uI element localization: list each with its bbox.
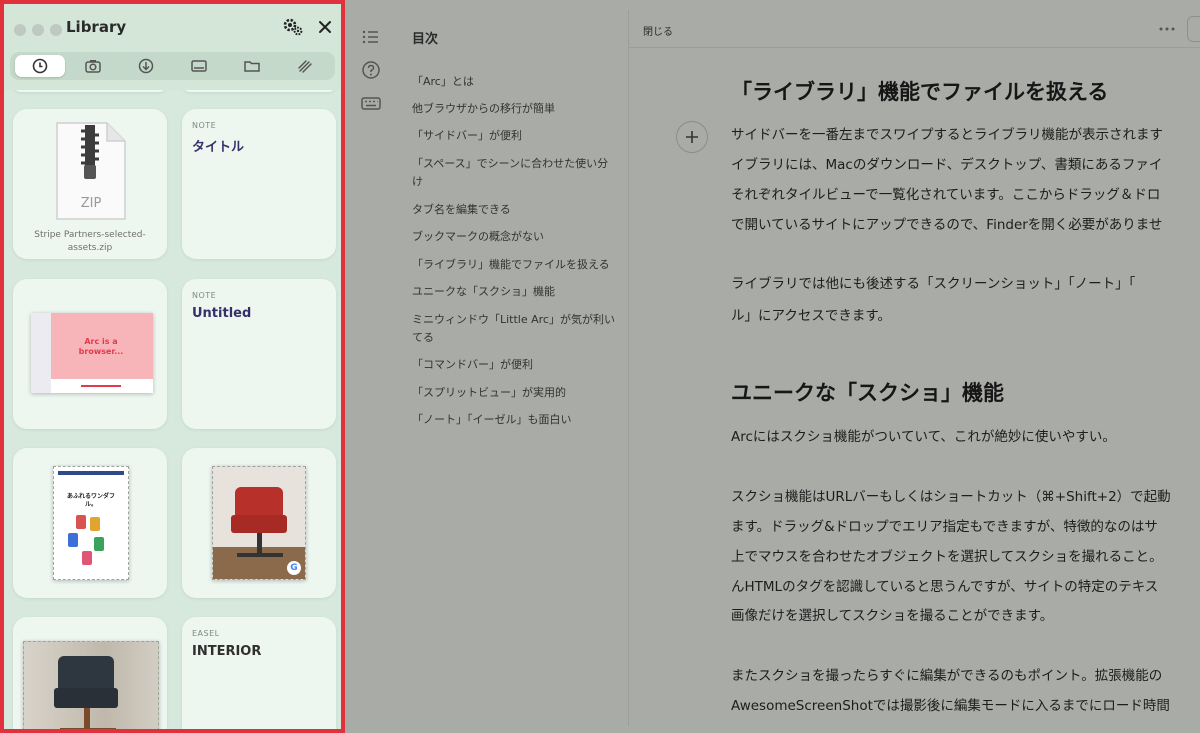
paragraph-line: ライブラリでは他にも後述する「スクリーンショット」「ノート」「	[731, 276, 1136, 292]
library-card-note[interactable]: NOTE タイトル	[182, 109, 336, 259]
library-card-easel[interactable]: EASEL INTERIOR	[182, 617, 336, 729]
paragraph-line: Arcにはスクショ機能がついていて、これが絶妙に使いやすい。	[731, 429, 1116, 445]
recent-icon	[33, 58, 48, 74]
toc-item[interactable]: 「Arc」とは	[412, 73, 626, 91]
paragraph-line: 画像だけを選択してスクショを撮ることができます。	[731, 608, 1054, 624]
card-type-label: EASEL	[192, 629, 220, 638]
media-icon	[191, 60, 207, 72]
folder-icon	[243, 61, 260, 72]
card-title: INTERIOR	[192, 644, 262, 659]
paragraph-line: で開いているサイトにアップできるので、Finderを開く必要がありませ	[731, 217, 1163, 233]
close-icon[interactable]	[314, 16, 336, 38]
document-header: 閉じる	[629, 10, 1200, 48]
paragraph-line: 上でマウスを合わせたオブジェクトを選択してスクショを撮れること。	[731, 549, 1163, 565]
library-card-image[interactable]: G	[182, 448, 336, 598]
download-icon	[138, 58, 154, 74]
window-zoom-dot[interactable]	[50, 24, 62, 36]
toc-list-icon[interactable]	[360, 26, 382, 48]
window-close-dot[interactable]	[14, 24, 26, 36]
zip-filename: Stripe Partners-selected- assets.zip	[34, 230, 146, 253]
left-rail	[349, 10, 394, 726]
paragraph-line: んHTMLのタグを認識していると思うんですが、サイトの特定のテキス	[731, 579, 1159, 595]
paragraph-line: サイドバーを一番左までスワイプするとライブラリ機能が表示されます	[731, 127, 1163, 143]
phone-thumbnail-text: あふれるワンダフル。	[66, 493, 115, 508]
plus-icon	[686, 131, 698, 143]
section-heading: 「ライブラリ」機能でファイルを扱える	[731, 80, 1109, 104]
screenshot-thumbnail: Arc is a browser...	[31, 313, 153, 393]
window-bottom-edge	[345, 726, 1200, 733]
toc-item[interactable]: 「スペース」でシーンに合わせた使い分	[412, 155, 626, 173]
keyboard-icon[interactable]	[360, 92, 382, 114]
google-icon: G	[287, 561, 301, 575]
card-type-label: NOTE	[192, 121, 217, 130]
tab-media[interactable]	[174, 55, 224, 77]
library-card-screenshot[interactable]: あふれるワンダフル。	[13, 448, 167, 598]
library-card-image[interactable]	[13, 617, 167, 729]
tab-files[interactable]	[227, 55, 277, 77]
paragraph-line: ます。ドラッグ&ドロップでエリア指定もできますが、特徴的なのはサ	[731, 519, 1158, 535]
toc-item[interactable]: 「サイドバー」が便利	[412, 127, 626, 145]
section-heading: ユニークな「スクショ」機能	[731, 381, 1004, 405]
easel-icon	[297, 60, 312, 73]
camera-icon	[85, 60, 101, 73]
add-block-button[interactable]	[676, 121, 708, 153]
library-header: Library	[4, 4, 341, 90]
share-button[interactable]	[1187, 16, 1200, 42]
table-of-contents: 目次 「Arc」とは 他ブラウザからの移行が簡単 「サイドバー」が便利 「スペー…	[395, 10, 628, 726]
paragraph-line: それぞれタイルビューで一覧化されています。ここからドラッグ＆ドロ	[731, 187, 1161, 203]
library-card-screenshot[interactable]: Arc is a browser...	[13, 279, 167, 429]
paragraph-line: またスクショを撮ったらすぐに編集ができるのもポイント。拡張機能の	[731, 668, 1163, 684]
card-title: Untitled	[192, 306, 252, 321]
more-icon[interactable]	[1157, 21, 1177, 35]
toc-title: 目次	[412, 32, 439, 47]
library-panel: Library ZIP Stripe Partners-selected- as…	[0, 0, 345, 733]
paragraph-line: イブラリには、Macのダウンロード、デスクトップ、書類にあるファイ	[731, 157, 1163, 173]
toc-item[interactable]: ミニウィンドウ「Little Arc」が気が利い	[412, 311, 626, 329]
paragraph-line: ル」にアクセスできます。	[731, 308, 891, 324]
window-minimize-dot[interactable]	[32, 24, 44, 36]
toc-item-continued[interactable]: け	[412, 173, 626, 191]
library-grid: ZIP Stripe Partners-selected- assets.zip…	[4, 90, 341, 729]
tab-screenshots[interactable]	[68, 55, 118, 77]
toc-item[interactable]: タブ名を編集できる	[412, 201, 626, 219]
toc-item[interactable]: 「ノート」「イーゼル」も面白い	[412, 411, 626, 429]
library-card-partial[interactable]	[182, 90, 336, 92]
toc-item-continued[interactable]: てる	[412, 329, 626, 347]
zip-badge: ZIP	[81, 196, 102, 211]
gear-icon[interactable]	[282, 16, 304, 38]
chair-image: G	[212, 466, 306, 580]
library-card-zip[interactable]: ZIP Stripe Partners-selected- assets.zip	[13, 109, 167, 259]
card-title: タイトル	[192, 140, 245, 155]
document-view: 閉じる 「ライブラリ」機能でファイルを扱える サイドバーを一番左までスワイプする…	[629, 10, 1200, 726]
library-tab-bar	[10, 52, 335, 80]
toc-item[interactable]: ブックマークの概念がない	[412, 228, 626, 246]
phone-thumbnail: あふれるワンダフル。	[53, 466, 129, 580]
library-title: Library	[66, 18, 127, 36]
card-type-label: NOTE	[192, 291, 217, 300]
zip-file-icon: ZIP	[56, 122, 126, 220]
tab-easels[interactable]	[280, 55, 330, 77]
paragraph-line: AwesomeScreenShotでは撮影後に編集モードに入るまでにロード時間	[731, 698, 1170, 714]
toc-item[interactable]: ユニークな「スクショ」機能	[412, 283, 626, 301]
chair-image	[23, 641, 159, 729]
help-icon[interactable]	[360, 59, 382, 81]
close-button[interactable]: 閉じる	[643, 23, 673, 38]
library-card-note[interactable]: NOTE Untitled	[182, 279, 336, 429]
tab-downloads[interactable]	[121, 55, 171, 77]
screenshot-thumbnail-text: Arc is a browser...	[78, 337, 124, 356]
tab-recent[interactable]	[15, 55, 66, 77]
toc-item[interactable]: 「コマンドバー」が便利	[412, 356, 626, 374]
toc-item[interactable]: 「ライブラリ」機能でファイルを扱える	[412, 256, 626, 274]
toc-item[interactable]: 他ブラウザからの移行が簡単	[412, 100, 626, 118]
toc-item[interactable]: 「スプリットビュー」が実用的	[412, 384, 626, 402]
library-card-partial[interactable]	[13, 90, 167, 92]
paragraph-line: スクショ機能はURLバーもしくはショートカット（⌘+Shift+2）で起動	[731, 489, 1171, 505]
